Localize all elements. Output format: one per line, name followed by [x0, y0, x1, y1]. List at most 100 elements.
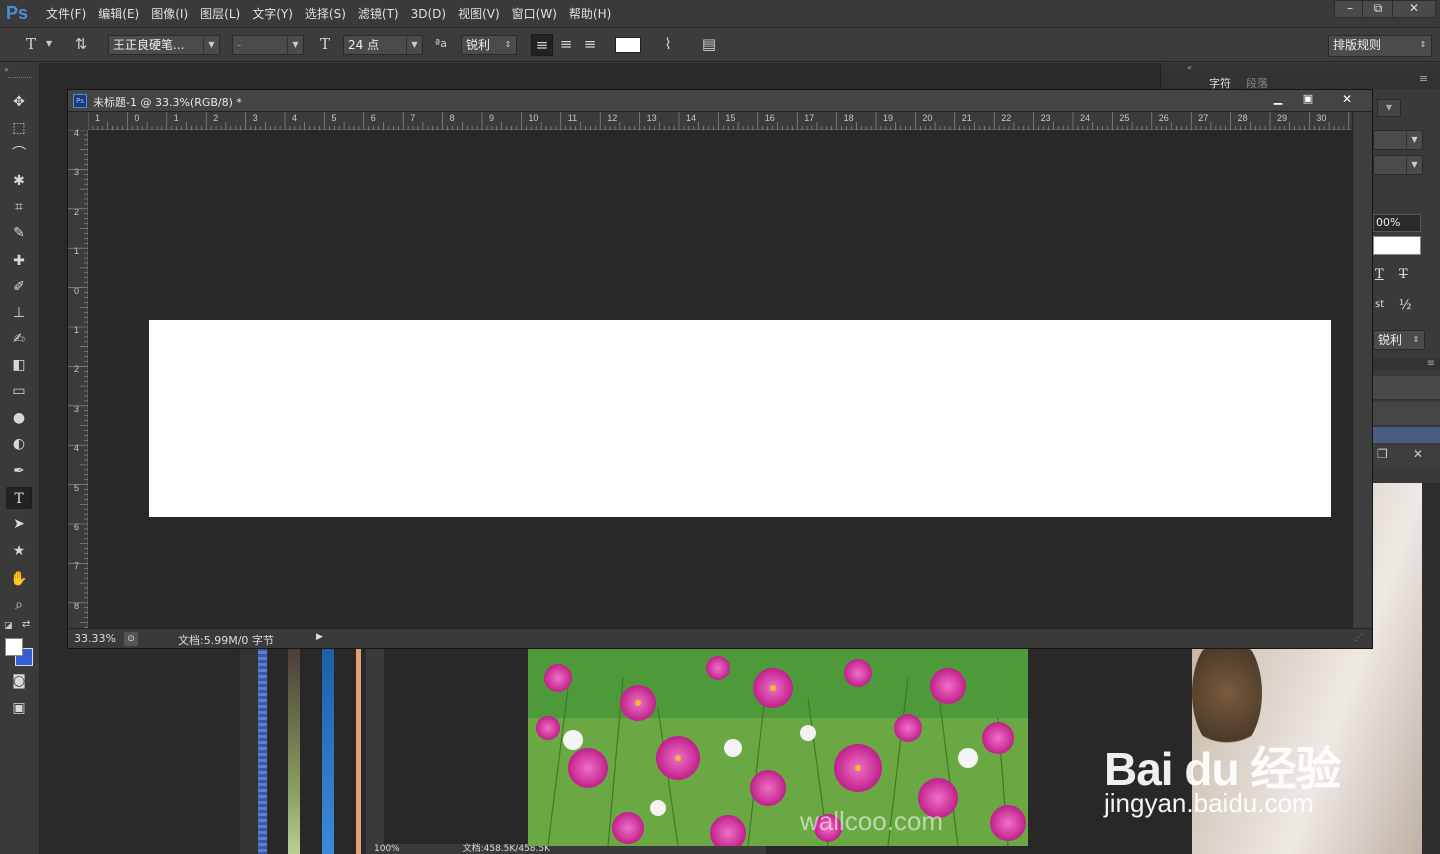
menu-item[interactable]: 文件(F) — [40, 6, 92, 22]
layer-row[interactable] — [1373, 376, 1440, 400]
eraser-tool-icon[interactable]: ◧ — [6, 354, 32, 376]
preset-chevron-down-icon[interactable]: ▼ — [46, 39, 52, 48]
shape-tool-icon[interactable]: ★ — [6, 540, 32, 562]
font-family-select[interactable]: 王正良硬笔... ▼ — [108, 35, 220, 55]
ps-document-icon: Ps — [73, 94, 87, 108]
ruler-horizontal[interactable]: 1 0 1 2 3 4 5 6 7 8 9 10 11 12 13 14 15 16 17 18 19 20 21 22 23 2… — [88, 112, 1352, 130]
resize-grip-icon[interactable]: ⋰ — [1354, 633, 1363, 643]
document-title-bar[interactable]: Ps 未标题-1 @ 33.3%(RGB/8) * ▁ ▣ ✕ — [68, 90, 1372, 112]
screen-mode-icon[interactable]: ▣ — [6, 697, 32, 719]
doc-minimize-button[interactable]: ▁ — [1264, 92, 1292, 108]
panel-dropdown-2[interactable]: ▼ — [1373, 155, 1423, 175]
fractions-button[interactable]: ½ — [1399, 298, 1412, 313]
bg-doc-zoom: 100% — [374, 844, 400, 854]
menu-item[interactable]: 选择(S) — [299, 6, 352, 22]
panel-dropdown-1[interactable]: ▼ — [1373, 130, 1423, 150]
menu-item[interactable]: 编辑(E) — [92, 6, 145, 22]
text-color-swatch[interactable] — [615, 37, 641, 53]
gradient-tool-icon[interactable]: ▭ — [6, 380, 32, 402]
panel-antialias-value: 锐利 — [1378, 333, 1403, 347]
zoom-level[interactable]: 33.33% — [74, 632, 116, 645]
font-size-select[interactable]: 24 点 ▼ — [343, 35, 423, 55]
status-menu-arrow-icon[interactable]: ▶ — [316, 632, 323, 642]
document-window[interactable]: Ps 未标题-1 @ 33.3%(RGB/8) * ▁ ▣ ✕ 10123456… — [67, 89, 1373, 649]
dodge-tool-icon[interactable]: ◐ — [6, 433, 32, 455]
photo-edge-scrollbar — [1422, 483, 1440, 854]
close-app-button[interactable]: ✕ — [1392, 0, 1436, 18]
document-canvas-area[interactable] — [88, 130, 1352, 628]
marquee-tool-icon[interactable]: ⬚ — [6, 117, 32, 139]
align-center-button[interactable]: ≡ — [555, 34, 577, 56]
pen-tool-icon[interactable]: ✒ — [6, 460, 32, 482]
scale-input[interactable]: 00% — [1373, 214, 1421, 232]
chevron-down-icon: ▼ — [287, 36, 303, 54]
bg-image-strip-green — [288, 648, 300, 854]
panel-antialias-select[interactable]: 锐利 ⇕ — [1373, 330, 1425, 350]
menu-item[interactable]: 图层(L) — [194, 6, 246, 22]
font-size-value: 24 点 — [348, 38, 380, 52]
layer-row-selected[interactable] — [1373, 427, 1440, 443]
workspace-select[interactable]: 排版规则 ⇕ — [1328, 35, 1432, 57]
warp-text-icon[interactable]: ⌇ — [657, 34, 679, 56]
stamp-tool-icon[interactable]: ⊥ — [6, 302, 32, 324]
history-brush-tool-icon[interactable]: ✍ — [6, 328, 32, 350]
ruler-ticks — [88, 112, 1350, 130]
eyedropper-tool-icon[interactable]: ✎ — [6, 222, 32, 244]
crop-tool-icon[interactable]: ⌗ — [6, 196, 32, 218]
panel-color-swatch[interactable] — [1373, 236, 1421, 255]
menu-item[interactable]: 视图(V) — [452, 6, 506, 22]
magic-wand-tool-icon[interactable]: ✱ — [6, 170, 32, 192]
menu-item[interactable]: 帮助(H) — [563, 6, 617, 22]
panel-menu-icon[interactable]: ≡ — [1419, 72, 1428, 85]
blur-tool-icon[interactable]: ● — [6, 407, 32, 429]
move-tool-icon[interactable]: ✥ — [6, 91, 32, 113]
quick-mask-icon[interactable]: ◙ — [6, 670, 32, 692]
menu-item[interactable]: 窗口(W) — [506, 6, 563, 22]
strikethrough-text-button[interactable]: T — [1399, 267, 1408, 282]
font-style-select[interactable]: - ▼ — [232, 35, 304, 55]
lasso-tool-icon[interactable]: ⌒ — [6, 143, 32, 165]
panel-collapse-bar[interactable]: « — [1161, 63, 1440, 75]
font-family-value: 王正良硬笔... — [113, 38, 185, 52]
brush-tool-icon[interactable]: ✐ — [6, 276, 32, 298]
antialias-select[interactable]: 锐利 ⇕ — [461, 35, 517, 55]
layer-row[interactable] — [1373, 402, 1440, 426]
doc-close-button[interactable]: ✕ — [1324, 92, 1370, 108]
chevron-down-icon[interactable]: ▼ — [1377, 99, 1401, 117]
antialias-icon: ªa — [435, 37, 447, 50]
collapse-toolbox-icon[interactable]: » — [4, 65, 9, 74]
underline-text-button[interactable]: T — [1375, 267, 1384, 282]
doc-maximize-button[interactable]: ▣ — [1294, 92, 1322, 108]
menu-item[interactable]: 3D(D) — [405, 6, 452, 22]
character-panel-toggle-icon[interactable]: ▤ — [698, 34, 720, 56]
menu-item[interactable]: 文字(Y) — [246, 6, 299, 22]
default-colors-icon[interactable]: ◪ — [4, 621, 13, 631]
menu-item[interactable]: 图像(I) — [145, 6, 194, 22]
zoom-tool-icon[interactable]: ⌕ — [6, 594, 32, 616]
image-credit-watermark: wallcoo.com — [800, 806, 944, 836]
toolbox-grip[interactable] — [8, 77, 32, 79]
restore-icon[interactable]: ❐ — [1377, 447, 1388, 461]
foreground-color-swatch[interactable] — [5, 638, 23, 656]
flower-photo — [528, 648, 1028, 846]
restore-button[interactable]: ⧉ — [1362, 0, 1394, 18]
vertical-scrollbar[interactable] — [1352, 112, 1372, 630]
path-selection-tool-icon[interactable]: ➤ — [6, 513, 32, 535]
orientation-toggle-icon[interactable]: ⇅ — [70, 34, 92, 56]
antialias-value: 锐利 — [466, 38, 491, 52]
align-right-button[interactable]: ≡ — [579, 34, 601, 56]
type-tool-icon[interactable]: T — [6, 487, 32, 509]
white-canvas[interactable] — [149, 320, 1331, 517]
healing-brush-tool-icon[interactable]: ✚ — [6, 250, 32, 272]
share-icon[interactable]: ⊙ — [124, 632, 138, 646]
font-style-value: - — [237, 38, 242, 52]
close-icon[interactable]: ✕ — [1413, 447, 1423, 461]
swap-colors-icon[interactable]: ⇄ — [22, 619, 30, 630]
type-tool-preset-icon[interactable]: T — [20, 34, 42, 56]
hand-tool-icon[interactable]: ✋ — [6, 568, 32, 590]
ruler-vertical[interactable]: 4321012345678 — [68, 128, 88, 628]
bg-image-strip-orange — [356, 648, 361, 854]
ordinals-button[interactable]: st — [1375, 299, 1384, 310]
menu-item[interactable]: 滤镜(T) — [352, 6, 405, 22]
align-left-button[interactable]: ≡ — [531, 34, 553, 56]
